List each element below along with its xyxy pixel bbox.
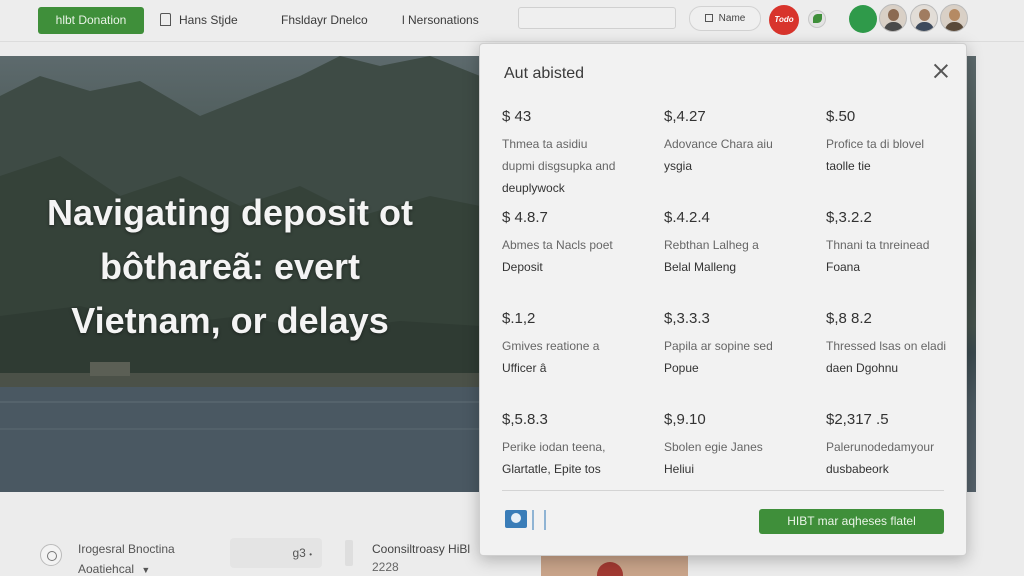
amount-description: dupmi disgsupka and <box>502 159 616 173</box>
amount-description: Thnani ta tnreinead <box>826 238 930 252</box>
amount-description: Belal Malleng <box>664 260 737 274</box>
amount-description: Adovance Chara aiu <box>664 137 773 151</box>
amount-option[interactable]: $ 4.8.7 Abmes ta Nacls poet Deposit <box>502 209 664 310</box>
amount-description: Gmives reatione a <box>502 339 600 353</box>
amount-description: taolle tie <box>826 159 871 173</box>
top-navigation-bar: hlbt Donation Hans Stjde Fhsldayr Dnelco… <box>0 0 1024 42</box>
amount-description: Thressed lsas on eladi <box>826 339 947 353</box>
bottom-divider <box>345 540 353 566</box>
hero-title: Navigating deposit ot bôthareã: evert Vi… <box>0 186 460 348</box>
amount-description: Sbolen egie Janes <box>664 440 763 454</box>
amount-option[interactable]: $.1,2 Gmives reatione a Ufficer â <box>502 310 664 411</box>
amount-option[interactable]: $.50 Profice ta di blovel taolle tie <box>826 108 957 209</box>
amount-price: $.4.2.4 <box>664 209 710 226</box>
amount-option[interactable]: $,9.10 Sbolen egie Janes Heliui <box>664 411 826 512</box>
amount-price: $,3.3.3 <box>664 310 710 327</box>
avatar-head <box>949 9 960 21</box>
amount-option[interactable]: $,3.2.2 Thnani ta tnreinead Foana <box>826 209 957 310</box>
amount-price: $.1,2 <box>502 310 536 327</box>
amount-description: Profice ta di blovel <box>826 137 925 151</box>
chevron-down-icon: ▼ <box>141 565 151 575</box>
amount-description: Papila ar sopine sed <box>664 339 773 353</box>
amount-description: Thmea ta asidiu <box>502 137 588 151</box>
amount-description: Perike iodan teena, <box>502 440 606 454</box>
amount-price: $ 4.8.7 <box>502 209 548 226</box>
bottom-left-dropdown-label: Aoatiehcal <box>78 562 135 576</box>
amount-description: Deposit <box>502 260 543 274</box>
amount-description: Ufficer â <box>502 361 547 375</box>
amount-option[interactable]: $,4.27 Adovance Chara aiu ysgia <box>664 108 826 209</box>
name-button-label: Name <box>718 13 746 24</box>
nav-link-home[interactable]: Hans Stjde <box>160 13 238 27</box>
amount-description: Glartatle, Epite tos <box>502 462 601 476</box>
amount-price: $.50 <box>826 108 856 125</box>
modal-submit-button[interactable]: HIBT mar aqheses flatel <box>759 509 944 534</box>
search-input[interactable] <box>518 7 676 29</box>
amount-description: daen Dgohnu <box>826 361 899 375</box>
amount-price: $ 43 <box>502 108 532 125</box>
modal-divider <box>502 490 944 491</box>
avatar-body <box>945 22 964 31</box>
donation-button[interactable]: hlbt Donation <box>38 7 144 34</box>
target-icon[interactable] <box>40 544 62 566</box>
amount-price: $,4.27 <box>664 108 706 125</box>
avatar-user-1[interactable] <box>879 4 907 32</box>
amount-description: Palerunodedamyour <box>826 440 935 454</box>
avatar-body <box>884 22 903 31</box>
green-leaf-badge[interactable] <box>808 10 826 28</box>
amount-options-grid: $ 43 Thmea ta asidiu dupmi disgsupka and de… <box>502 108 957 512</box>
amount-price: $2,317 .5 <box>826 411 889 428</box>
bottom-center-value: 2228 <box>372 560 399 574</box>
bottom-value-pill[interactable]: g3 • <box>230 538 322 568</box>
avatar-body <box>915 22 934 31</box>
close-icon[interactable] <box>932 62 950 80</box>
nav-link-home-label: Hans Stjde <box>179 13 238 27</box>
amount-description: Abmes ta Nacls poet <box>502 238 613 252</box>
brand-mark-icon <box>532 510 546 530</box>
amount-description: Foana <box>826 260 861 274</box>
amount-option[interactable]: $,5.8.3 Perike iodan teena, Glartatle, Epi… <box>502 411 664 512</box>
avatar-head <box>919 9 930 21</box>
amount-description: Heliui <box>664 462 695 476</box>
amount-price: $,9.10 <box>664 411 706 428</box>
avatar-user-3[interactable] <box>940 4 968 32</box>
bottom-center-title: Coonsiltroasy HiBl <box>372 542 471 556</box>
amount-description: Popue <box>664 361 699 375</box>
home-icon <box>160 13 171 26</box>
green-circle-badge[interactable] <box>849 5 877 33</box>
dot-icon: • <box>309 550 312 559</box>
name-button[interactable]: Name <box>689 6 761 31</box>
amount-modal: Aut abisted $ 43 Thmea ta asidiu dupmi dis… <box>479 43 967 556</box>
hero-title-line-1: Navigating deposit ot <box>46 192 413 233</box>
red-brand-badge[interactable]: Todo <box>769 5 799 35</box>
bottom-left-title: Irogesral Bnoctina <box>78 542 175 556</box>
nav-link-organizations[interactable]: l Nersonations <box>402 13 479 27</box>
hero-title-line-2: bôthareã: evert <box>99 246 361 287</box>
hero-title-line-3: Vietnam, or delays <box>71 300 389 341</box>
amount-description: dusbabeork <box>826 462 889 476</box>
amount-description: ysgia <box>664 159 693 173</box>
brand-logo-icon <box>505 510 527 528</box>
amount-option[interactable]: $,8 8.2 Thressed lsas on eladi daen Dgohnu <box>826 310 957 411</box>
amount-option[interactable]: $,3.3.3 Papila ar sopine sed Popue <box>664 310 826 411</box>
nav-link-fundraisers[interactable]: Fhsldayr Dnelco <box>281 13 368 27</box>
amount-price: $,8 8.2 <box>826 310 872 327</box>
bottom-value: g3 <box>292 546 306 560</box>
bottom-thumbnail-image[interactable] <box>541 556 688 576</box>
user-icon <box>704 14 713 22</box>
amount-option[interactable]: $ 43 Thmea ta asidiu dupmi disgsupka and de… <box>502 108 664 209</box>
amount-description: deuplywock <box>502 181 565 195</box>
modal-title: Aut abisted <box>504 65 585 82</box>
amount-option[interactable]: $2,317 .5 Palerunodedamyour dusbabeork <box>826 411 957 512</box>
avatar-user-2[interactable] <box>910 4 938 32</box>
bottom-left-dropdown[interactable]: Aoatiehcal ▼ <box>78 562 150 576</box>
avatar-head <box>888 9 899 21</box>
amount-price: $,3.2.2 <box>826 209 872 226</box>
amount-option[interactable]: $.4.2.4 Rebthan Lalheg a Belal Malleng <box>664 209 826 310</box>
amount-description: Rebthan Lalheg a <box>664 238 759 252</box>
amount-price: $,5.8.3 <box>502 411 548 428</box>
